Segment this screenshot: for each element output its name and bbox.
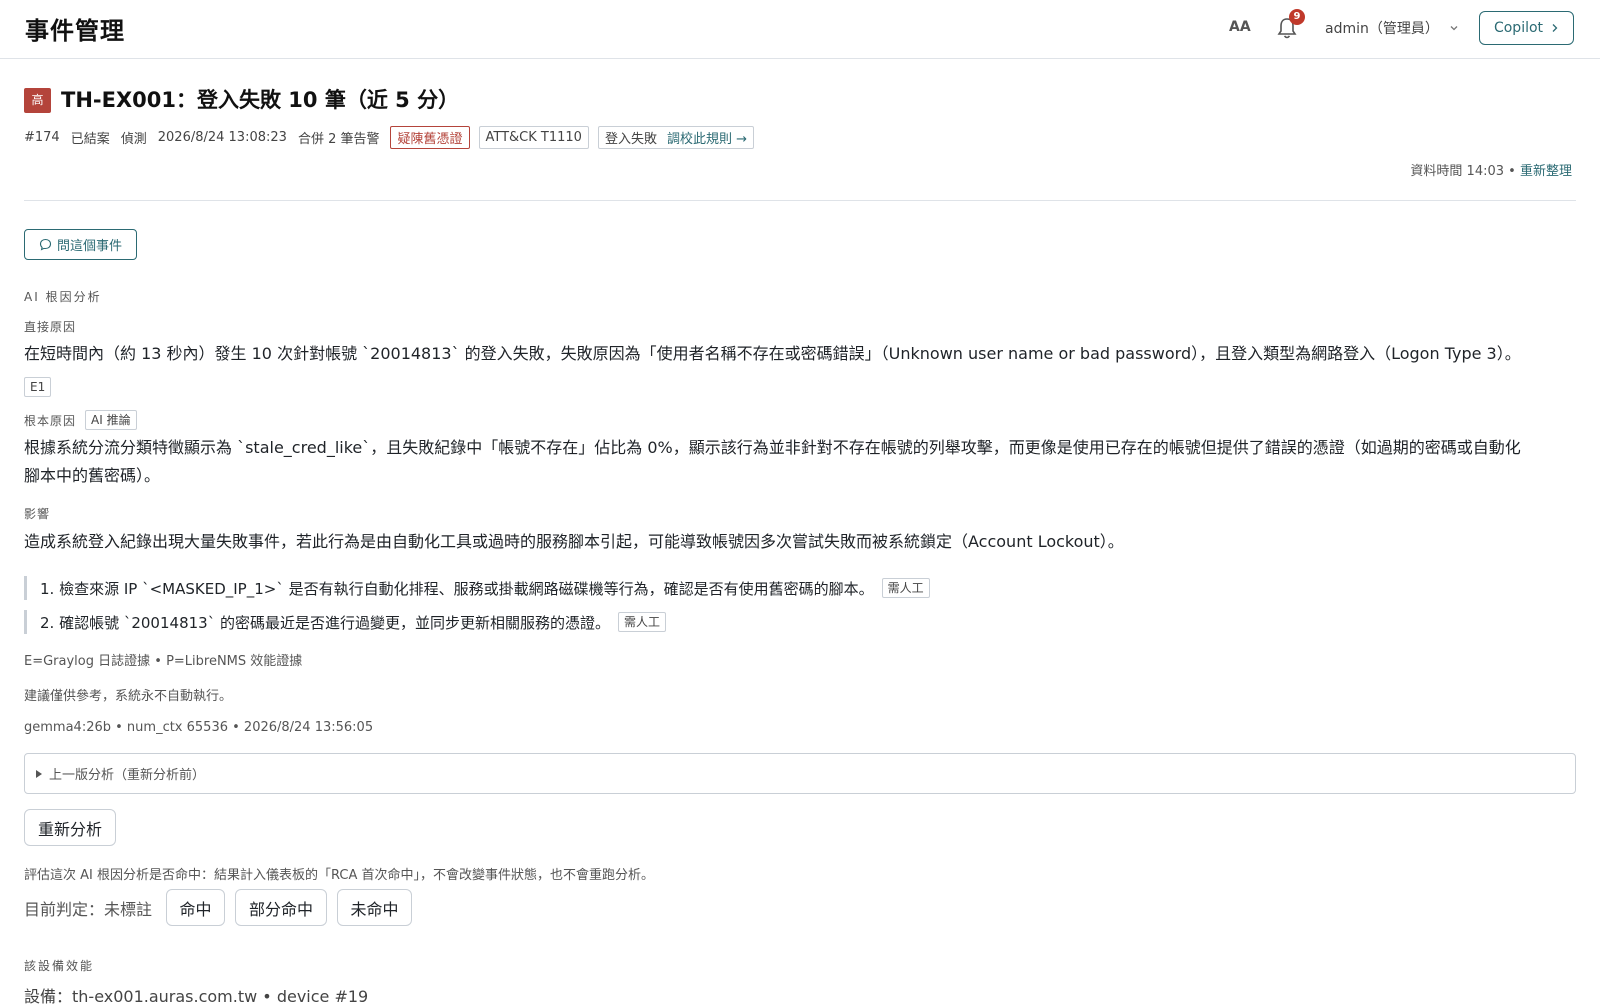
copilot-button[interactable]: Copilot: [1479, 11, 1574, 45]
manual-tag: 需人工: [881, 578, 930, 598]
rule-tag: 登入失敗 調校此規則 →: [597, 126, 754, 149]
top-bar: 事件管理 AA 9 admin（管理員） Copilot: [0, 0, 1600, 59]
incident-datetime: 2026/8/24 13:08:23: [157, 130, 287, 145]
root-cause-header: 根本原因 AI 推論: [24, 410, 137, 430]
step-text: 2. 確認帳號 `20014813` 的密碼最近是否進行過變更，並同步更新相關服…: [40, 613, 610, 632]
impact-label: 影響: [24, 507, 51, 521]
direct-cause-label: 直接原因: [24, 320, 77, 334]
data-time: 資料時間 14:03 • 重新整理: [1410, 160, 1572, 179]
notification-badge: 9: [1289, 9, 1305, 25]
incident-title: TH-EX001：登入失敗 10 筆（近 5 分）: [61, 88, 460, 112]
root-cause-text-line-2: 腳本中的舊密碼）。: [24, 466, 161, 485]
attack-tag: ATT&CK T1110: [478, 126, 589, 149]
previous-analysis-label: 上一版分析（重新分析前）: [49, 768, 206, 783]
evaluate-note: 評估這次 AI 根因分析是否命中：結果計入儀表板的「RCA 首次命中」，不會改變…: [24, 868, 654, 883]
chat-bubble-icon: [39, 238, 52, 251]
device-line: 設備：th-ex001.auras.com.tw • device #19: [24, 987, 369, 1006]
incident-source: 偵測: [120, 132, 147, 147]
data-time-separator: •: [1508, 164, 1516, 179]
verdict-label: 目前判定：未標註: [24, 900, 153, 919]
rule-name: 登入失敗: [604, 132, 657, 147]
app-title: 事件管理: [25, 17, 125, 45]
user-label: admin（管理員）: [1325, 21, 1439, 37]
caret-right-icon: [36, 769, 42, 778]
recommended-step-1: 1. 檢查來源 IP `<MASKED_IP_1>` 是否有執行自動化排程、服務…: [24, 576, 930, 600]
verdict-hit-button[interactable]: 命中: [166, 889, 225, 926]
copilot-label: Copilot: [1493, 20, 1544, 36]
disclaimer: 建議僅供參考，系統永不自動執行。: [24, 689, 233, 704]
tune-rule-link[interactable]: 調校此規則 →: [667, 128, 747, 147]
ask-incident-button[interactable]: 問這個事件: [24, 229, 137, 260]
incident-status: 已結案: [70, 132, 110, 147]
chevron-down-icon: [1450, 26, 1458, 31]
step-text: 1. 檢查來源 IP `<MASKED_IP_1>` 是否有執行自動化排程、服務…: [40, 579, 874, 598]
incident-meta: #174 已結案 偵測 2026/8/24 13:08:23 合併 2 筆告警 …: [24, 126, 763, 149]
manual-tag: 需人工: [617, 612, 666, 632]
incident-merged: 合併 2 筆告警: [297, 132, 380, 147]
ai-inference-tag: AI 推論: [85, 410, 137, 430]
user-menu[interactable]: admin（管理員）: [1325, 18, 1459, 38]
impact-text: 造成系統登入紀錄出現大量失敗事件，若此行為是由自動化工具或過時的服務腳本引起，可…: [24, 532, 1124, 551]
refresh-link[interactable]: 重新整理: [1520, 164, 1572, 179]
direct-evidence-wrap: E1: [24, 376, 52, 397]
chevron-right-icon: [1552, 24, 1558, 32]
severity-badge: 高: [24, 88, 51, 113]
verdict-miss-button[interactable]: 未命中: [337, 889, 412, 926]
root-cause-label: 根本原因: [24, 413, 77, 428]
data-time-label: 資料時間 14:03: [1410, 164, 1505, 179]
ask-incident-label: 問這個事件: [56, 239, 122, 254]
evidence-tag-e1[interactable]: E1: [24, 377, 52, 397]
recommended-step-2: 2. 確認帳號 `20014813` 的密碼最近是否進行過變更，並同步更新相關服…: [24, 610, 666, 634]
font-size-toggle[interactable]: AA: [1229, 19, 1251, 35]
root-cause-text-line-1: 根據系統分流分類特徵顯示為 `stale_cred_like`，且失敗紀錄中「帳…: [24, 438, 1521, 457]
previous-analysis-toggle[interactable]: 上一版分析（重新分析前）: [24, 753, 1576, 794]
evidence-legend: E=Graylog 日誌證據 • P=LibreNMS 效能證據: [24, 654, 303, 669]
verdict-partial-button[interactable]: 部分命中: [235, 889, 327, 926]
device-section-label: 該設備效能: [24, 959, 95, 973]
reanalyze-button[interactable]: 重新分析: [24, 809, 116, 846]
incident-id: #174: [24, 130, 60, 145]
rca-section-label: AI 根因分析: [24, 290, 102, 304]
header-divider: [24, 200, 1576, 201]
stale-cred-tag: 疑陳舊憑證: [390, 126, 470, 149]
model-info: gemma4:26b • num_ctx 65536 • 2026/8/24 1…: [24, 720, 374, 735]
direct-cause-text: 在短時間內（約 13 秒內）發生 10 次針對帳號 `20014813` 的登入…: [24, 344, 1521, 363]
